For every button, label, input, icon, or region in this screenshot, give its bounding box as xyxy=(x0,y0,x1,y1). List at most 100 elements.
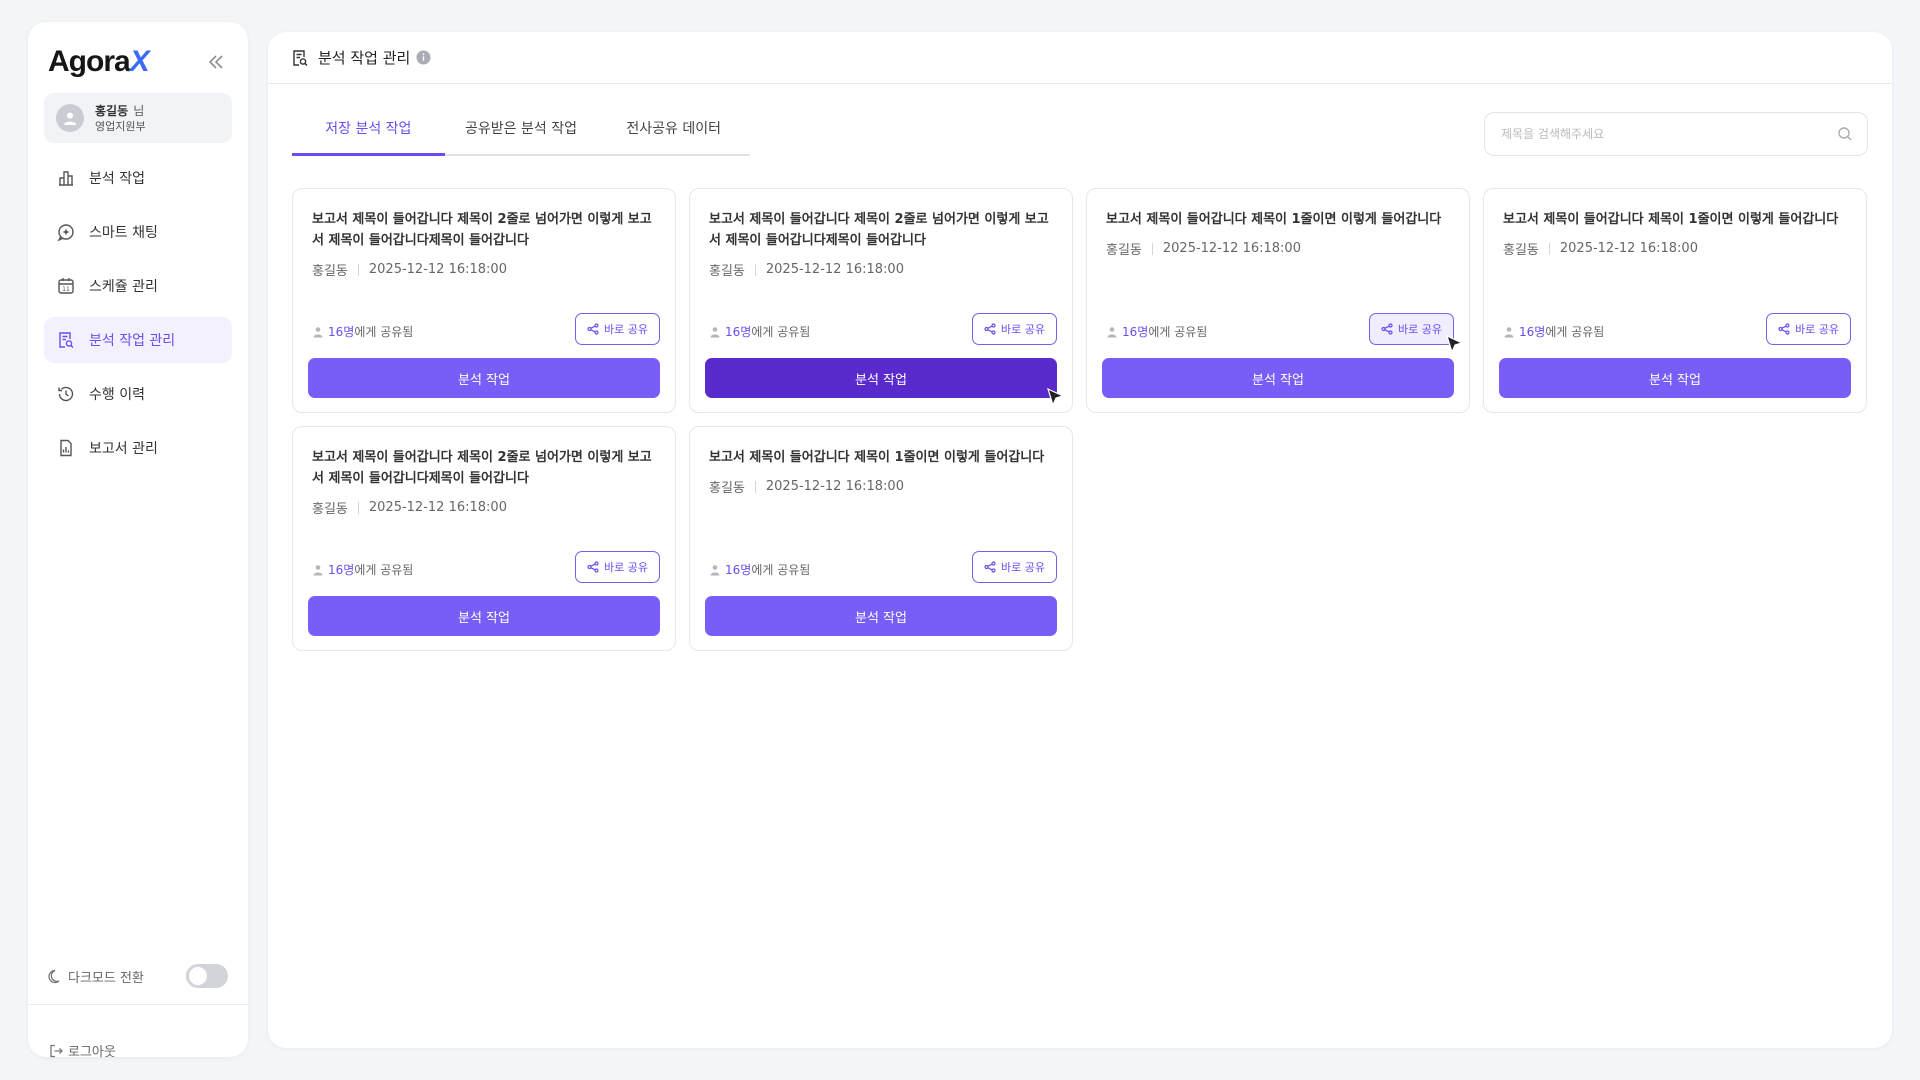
dark-mode-row: 다크모드 전환 xyxy=(48,963,228,989)
quick-share-button[interactable]: 바로 공유 xyxy=(972,551,1057,583)
svg-text:11: 11 xyxy=(62,286,70,293)
shared-info: 16명 에게 공유됨 xyxy=(1106,323,1207,340)
share-icon xyxy=(587,561,599,573)
quick-share-button[interactable]: 바로 공유 xyxy=(575,313,660,345)
card-date: 2025-12-12 16:18:00 xyxy=(368,500,507,515)
run-analysis-button[interactable]: 분석 작업 xyxy=(1102,358,1454,398)
person-icon xyxy=(1504,326,1514,337)
avatar-icon xyxy=(56,104,84,132)
card-title: 보고서 제목이 들어갑니다 제목이 2줄로 넘어가면 이렇게 보고서 제목이 들… xyxy=(312,212,652,248)
user-profile[interactable]: 홍길동 님 영업지원부 xyxy=(44,93,232,143)
card-meta: 홍길동 2025-12-12 16:18:00 xyxy=(709,260,904,279)
run-analysis-button[interactable]: 분석 작업 xyxy=(308,358,660,398)
shared-suffix: 에게 공유됨 xyxy=(1148,325,1208,339)
tab-shared-analysis[interactable]: 공유받은 분석 작업 xyxy=(445,112,598,154)
person-icon xyxy=(710,564,720,575)
shared-count: 16명 xyxy=(725,563,752,577)
dark-mode-label: 다크모드 전환 xyxy=(68,970,144,986)
sidebar-item-smart-chat[interactable]: 스마트 채팅 xyxy=(44,209,232,255)
sidebar-item-schedule[interactable]: 11 스케쥴 관리 xyxy=(44,263,232,309)
bar-chart-icon xyxy=(59,171,73,186)
card-title: 보고서 제목이 들어갑니다 제목이 2줄로 넘어가면 이렇게 보고서 제목이 들… xyxy=(709,212,1049,248)
run-analysis-button[interactable]: 분석 작업 xyxy=(308,596,660,636)
main-header: 분석 작업 관리 xyxy=(268,32,1892,84)
card-author: 홍길동 xyxy=(1106,243,1142,258)
quick-share-button[interactable]: 바로 공유 xyxy=(972,313,1057,345)
quick-share-button[interactable]: 바로 공유 xyxy=(1369,313,1454,345)
dark-mode-toggle[interactable] xyxy=(186,964,228,988)
report-icon xyxy=(60,439,72,457)
sidebar-item-label: 분석 작업 xyxy=(89,171,145,187)
card-date: 2025-12-12 16:18:00 xyxy=(368,262,507,277)
card-date: 2025-12-12 16:18:00 xyxy=(1162,241,1301,256)
card-title: 보고서 제목이 들어갑니다 제목이 2줄로 넘어가면 이렇게 보고서 제목이 들… xyxy=(312,450,652,486)
shared-info: 16명 에게 공유됨 xyxy=(312,561,413,578)
card-author: 홍길동 xyxy=(1503,243,1539,258)
search-box xyxy=(1484,112,1868,156)
user-name: 홍길동 xyxy=(95,103,129,118)
card-title: 보고서 제목이 들어갑니다 제목이 1줄이면 이렇게 들어갑니다 xyxy=(709,450,1045,465)
card-title: 보고서 제목이 들어갑니다 제목이 1줄이면 이렇게 들어갑니다 xyxy=(1106,212,1442,227)
shared-count: 16명 xyxy=(328,325,355,339)
card-meta: 홍길동 2025-12-12 16:18:00 xyxy=(709,477,904,496)
tab-company-shared-data[interactable]: 전사공유 데이터 xyxy=(597,112,750,154)
shared-count: 16명 xyxy=(725,325,752,339)
card-meta: 홍길동 2025-12-12 16:18:00 xyxy=(312,498,507,517)
sidebar-item-label: 스마트 채팅 xyxy=(89,225,158,241)
quick-share-label: 바로 공유 xyxy=(1001,323,1045,336)
sidebar-item-analysis-management[interactable]: 분석 작업 관리 xyxy=(44,317,232,363)
shared-suffix: 에게 공유됨 xyxy=(1545,325,1605,339)
sidebar-item-analysis[interactable]: 분석 작업 xyxy=(44,155,232,201)
moon-icon xyxy=(48,969,60,984)
run-analysis-button[interactable]: 분석 작업 xyxy=(705,596,1057,636)
sidebar-item-label: 분석 작업 관리 xyxy=(89,333,176,349)
document-search-icon xyxy=(59,332,74,348)
sidebar-item-history[interactable]: 수행 이력 xyxy=(44,371,232,417)
share-icon xyxy=(984,561,996,573)
card-meta: 홍길동 2025-12-12 16:18:00 xyxy=(1106,239,1301,258)
shared-info: 16명 에게 공유됨 xyxy=(312,323,413,340)
analysis-card: 보고서 제목이 들어갑니다 제목이 1줄이면 이렇게 들어갑니다 홍길동 2025… xyxy=(1086,188,1470,413)
history-icon xyxy=(58,386,74,402)
document-search-icon xyxy=(293,49,308,66)
sidebar-item-label: 보고서 관리 xyxy=(89,441,158,457)
sidebar-item-label: 수행 이력 xyxy=(89,387,145,403)
logo-row: AgoraX xyxy=(48,42,228,82)
person-icon xyxy=(710,326,720,337)
quick-share-button[interactable]: 바로 공유 xyxy=(575,551,660,583)
card-author: 홍길동 xyxy=(312,502,348,517)
chat-sparkle-icon xyxy=(57,224,74,242)
quick-share-button[interactable]: 바로 공유 xyxy=(1766,313,1851,345)
sidebar-item-reports[interactable]: 보고서 관리 xyxy=(44,425,232,471)
tab-saved-analysis[interactable]: 저장 분석 작업 xyxy=(292,112,445,156)
card-date: 2025-12-12 16:18:00 xyxy=(765,479,904,494)
sidebar-nav: 분석 작업 스마트 채팅 11 스케쥴 관리 분석 작업 관리 수행 이력 보고… xyxy=(44,155,232,479)
shared-count: 16명 xyxy=(328,563,355,577)
run-analysis-button[interactable]: 분석 작업 xyxy=(1499,358,1851,398)
shared-count: 16명 xyxy=(1122,325,1149,339)
logout-button[interactable]: 로그아웃 xyxy=(48,1041,116,1060)
run-analysis-button[interactable]: 분석 작업 xyxy=(705,358,1057,398)
search-input[interactable] xyxy=(1501,127,1837,141)
page-title: 분석 작업 관리 xyxy=(318,49,411,67)
shared-suffix: 에게 공유됨 xyxy=(751,325,811,339)
info-icon[interactable] xyxy=(416,50,431,65)
search-icon[interactable] xyxy=(1837,126,1853,142)
share-icon xyxy=(1778,323,1790,335)
logout-label: 로그아웃 xyxy=(68,1045,116,1060)
card-date: 2025-12-12 16:18:00 xyxy=(765,262,904,277)
shared-info: 16명 에게 공유됨 xyxy=(709,561,810,578)
card-title: 보고서 제목이 들어갑니다 제목이 1줄이면 이렇게 들어갑니다 xyxy=(1503,212,1839,227)
shared-info: 16명 에게 공유됨 xyxy=(1503,323,1604,340)
shared-suffix: 에게 공유됨 xyxy=(354,325,414,339)
sidebar: AgoraX 홍길동 님 영업지원부 분석 작업 스마트 채팅 11 스케쥴 관… xyxy=(28,22,248,1060)
collapse-sidebar-icon[interactable] xyxy=(204,50,228,74)
calendar-icon: 11 xyxy=(58,278,74,294)
quick-share-label: 바로 공유 xyxy=(1001,561,1045,574)
person-icon xyxy=(313,564,323,575)
card-date: 2025-12-12 16:18:00 xyxy=(1559,241,1698,256)
user-suffix: 님 xyxy=(133,103,145,118)
sidebar-item-label: 스케쥴 관리 xyxy=(89,279,158,295)
shared-suffix: 에게 공유됨 xyxy=(354,563,414,577)
divider xyxy=(28,1004,248,1005)
